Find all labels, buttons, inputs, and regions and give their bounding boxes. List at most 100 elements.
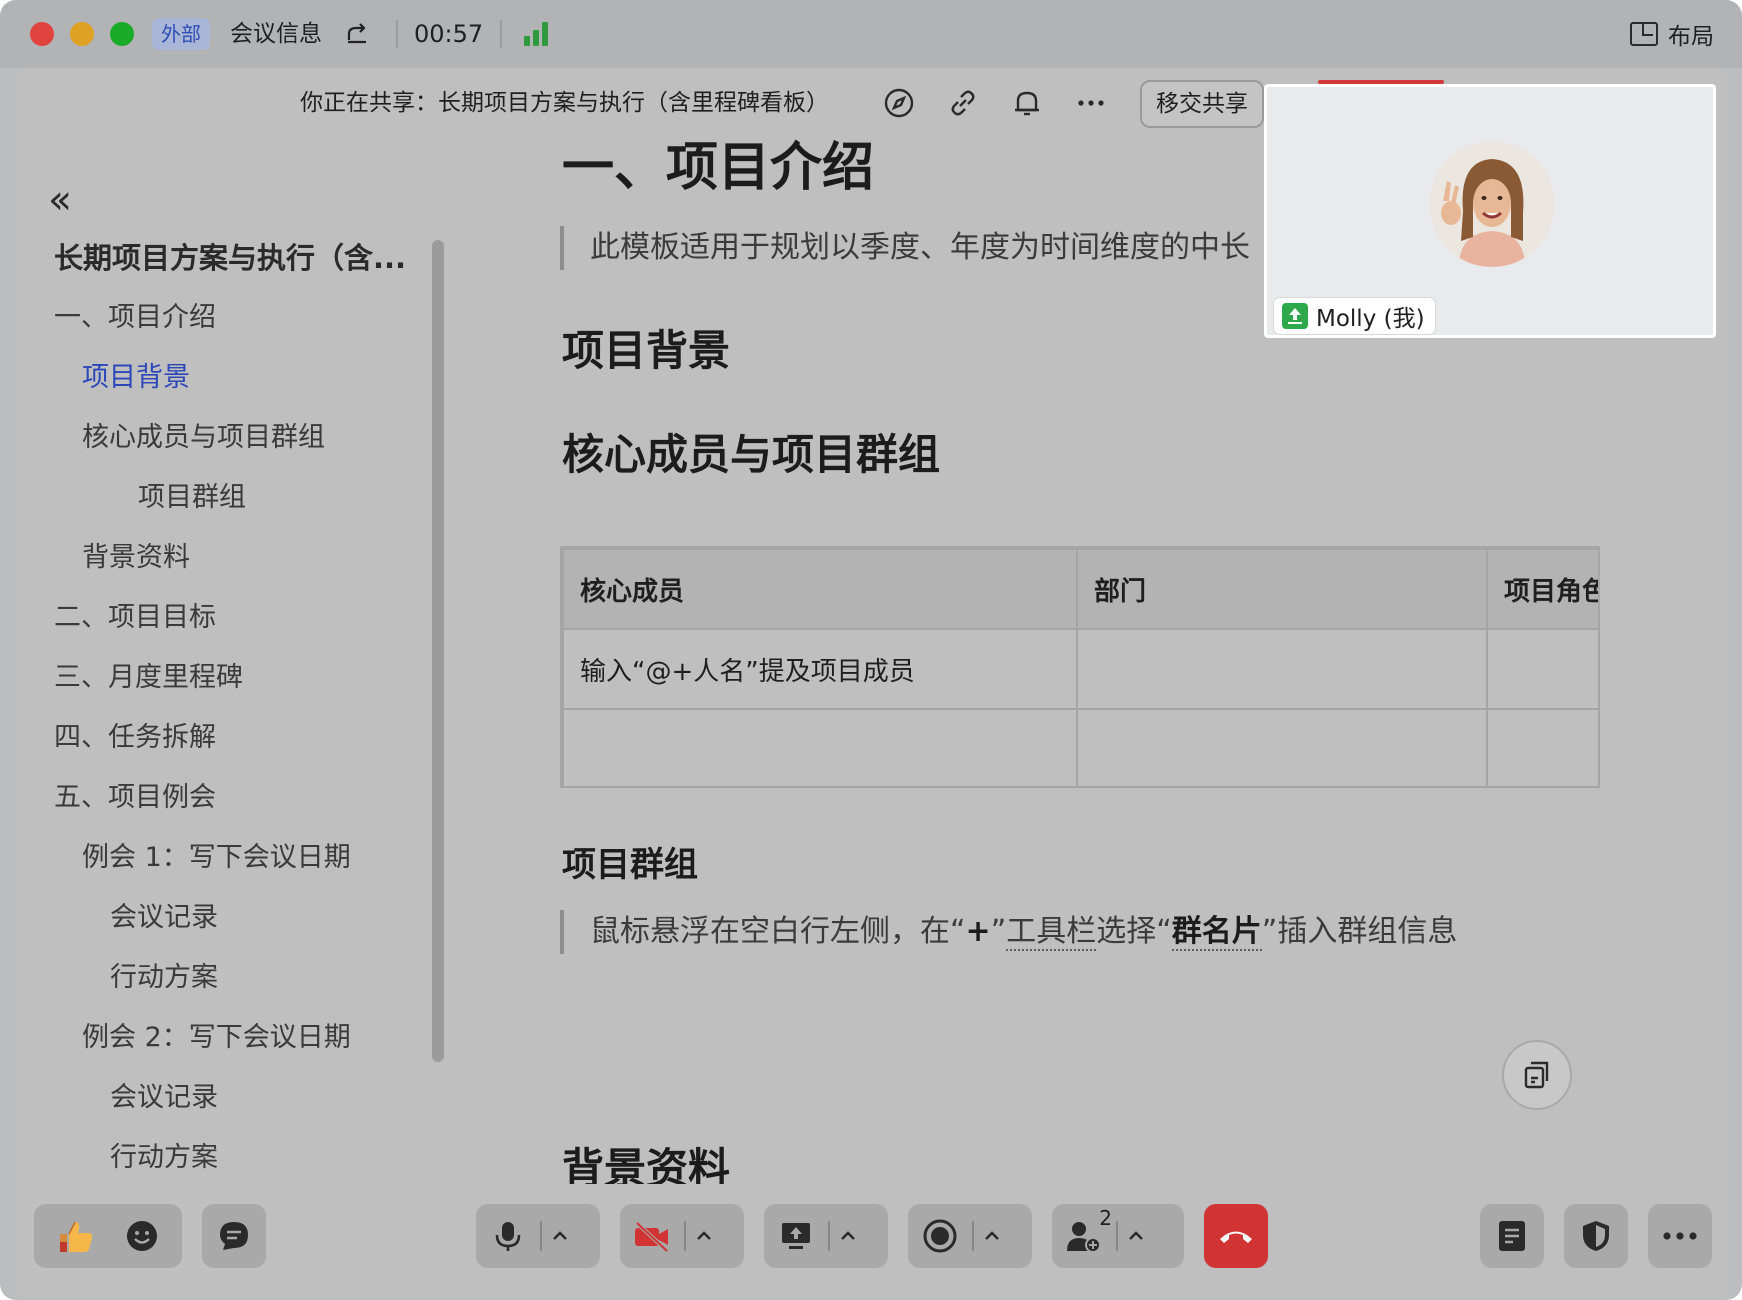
comment-float-button[interactable] xyxy=(1502,1040,1572,1110)
camera-options-chevron-icon[interactable] xyxy=(686,1204,722,1268)
toc-item[interactable]: 项目群组 xyxy=(138,480,246,516)
minimize-window-button[interactable] xyxy=(70,22,94,46)
quote-text: 选择“ xyxy=(1096,914,1172,949)
participants-group: 2 xyxy=(1052,1204,1184,1268)
record-options-chevron-icon[interactable] xyxy=(974,1204,1010,1268)
meeting-info-button[interactable]: 会议信息 xyxy=(230,16,322,52)
shield-icon[interactable] xyxy=(1564,1204,1628,1268)
participant-video-tile[interactable]: Molly (我) xyxy=(1264,84,1716,338)
toc-item[interactable]: 背景资料 xyxy=(82,540,190,576)
heading-project-intro: 一、项目介绍 xyxy=(562,138,875,198)
toc-item-active[interactable]: 项目背景 xyxy=(82,360,190,396)
heading-background-materials: 背景资料 xyxy=(562,1144,731,1184)
group-quote: 鼠标悬浮在空白行左侧，在“+”工具栏选择“群名片”插入群组信息 xyxy=(560,910,1457,954)
table-cell[interactable] xyxy=(1486,708,1598,786)
divider xyxy=(500,20,502,48)
participant-count: 2 xyxy=(1099,1206,1112,1230)
table-cell[interactable] xyxy=(1076,708,1488,786)
participants-options-chevron-icon[interactable] xyxy=(1118,1204,1154,1268)
toc-item[interactable]: 行动方案 xyxy=(110,1140,218,1176)
screen-share-indicator-icon xyxy=(1282,303,1308,329)
toc-item[interactable]: 会议记录 xyxy=(110,900,218,936)
quote-text: ”插入群组信息 xyxy=(1261,914,1458,949)
table-cell[interactable] xyxy=(562,708,1078,786)
chat-group xyxy=(202,1204,266,1268)
toc-doc-title[interactable]: 长期项目方案与执行（含... xyxy=(54,240,406,276)
microphone-icon[interactable] xyxy=(476,1204,540,1268)
heading-core-members: 核心成员与项目群组 xyxy=(562,430,941,479)
maximize-window-button[interactable] xyxy=(110,22,134,46)
toc-item[interactable]: 一、项目介绍 xyxy=(54,300,216,336)
participant-avatar xyxy=(1429,141,1555,267)
link-icon[interactable] xyxy=(946,86,980,120)
toc-item[interactable]: 会议记录 xyxy=(110,1080,218,1116)
quote-text: ” xyxy=(990,914,1007,949)
table-row: 输入“@+人名”提及项目成员 xyxy=(562,628,1598,710)
notes-icon[interactable] xyxy=(1480,1204,1544,1268)
screen-share-icon[interactable] xyxy=(764,1204,828,1268)
toc-item[interactable]: 三、月度里程碑 xyxy=(54,660,243,696)
table-cell[interactable] xyxy=(1076,628,1488,710)
quote-toolbar-term[interactable]: 工具栏 xyxy=(1006,914,1097,951)
sharing-status-text: 你正在共享：长期项目方案与执行（含里程碑看板） xyxy=(300,90,829,116)
divider xyxy=(396,20,398,48)
toc-item[interactable]: 核心成员与项目群组 xyxy=(82,420,325,456)
security-group xyxy=(1564,1204,1628,1268)
table-row xyxy=(562,708,1598,786)
header-project-role[interactable]: 项目角色 xyxy=(1486,548,1598,630)
table-cell[interactable] xyxy=(1486,628,1598,710)
intro-quote: 此模板适用于规划以季度、年度为时间维度的中长 xyxy=(560,226,1250,270)
header-department[interactable]: 部门 xyxy=(1076,548,1488,630)
end-call-button[interactable] xyxy=(1204,1204,1268,1268)
toc-item[interactable]: 二、项目目标 xyxy=(54,600,216,636)
layout-icon xyxy=(1630,22,1658,46)
toc-item[interactable]: 四、任务拆解 xyxy=(54,720,216,756)
toc-item[interactable]: 例会 1：写下会议日期 xyxy=(82,840,351,876)
share-link-icon[interactable] xyxy=(344,20,370,54)
title-bar: 外部 会议信息 00:57 布局 xyxy=(0,0,1742,68)
more-group xyxy=(1648,1204,1712,1268)
transfer-share-button[interactable]: 移交共享 xyxy=(1140,80,1264,128)
comment-icon xyxy=(1524,1061,1549,1089)
screen-share-group xyxy=(764,1204,888,1268)
camera-off-icon[interactable] xyxy=(620,1204,684,1268)
record-icon[interactable] xyxy=(908,1204,972,1268)
quote-plus: + xyxy=(965,914,991,949)
compass-icon[interactable] xyxy=(882,86,916,120)
quote-card-term[interactable]: 群名片 xyxy=(1171,914,1262,951)
header-core-member[interactable]: 核心成员 xyxy=(562,548,1078,630)
add-participant-icon[interactable]: 2 xyxy=(1052,1204,1116,1268)
heading-project-group: 项目群组 xyxy=(562,845,698,885)
more-icon[interactable] xyxy=(1648,1204,1712,1268)
microphone-options-chevron-icon[interactable] xyxy=(542,1204,578,1268)
network-signal-icon[interactable] xyxy=(524,22,552,46)
meeting-timer: 00:57 xyxy=(414,20,484,48)
members-table: 核心成员 部门 项目角色 输入“@+人名”提及项目成员 xyxy=(560,546,1600,788)
bell-icon[interactable] xyxy=(1010,86,1044,120)
toc-item[interactable]: 例会 2：写下会议日期 xyxy=(82,1020,351,1056)
layout-label: 布局 xyxy=(1668,24,1714,50)
table-header-row: 核心成员 部门 项目角色 xyxy=(562,548,1598,630)
close-window-button[interactable] xyxy=(30,22,54,46)
record-group xyxy=(908,1204,1032,1268)
emoji-icon[interactable] xyxy=(110,1204,174,1268)
notes-group xyxy=(1480,1204,1544,1268)
layout-button[interactable]: 布局 xyxy=(1630,16,1714,52)
toc-item[interactable]: 五、项目例会 xyxy=(54,780,216,816)
heading-project-background: 项目背景 xyxy=(562,326,731,375)
external-badge: 外部 xyxy=(152,18,210,50)
collapse-sidebar-icon[interactable]: ‹‹ xyxy=(48,180,72,220)
screen-share-options-chevron-icon[interactable] xyxy=(830,1204,866,1268)
thumbs-up-icon[interactable] xyxy=(44,1204,108,1268)
participant-name: Molly (我) xyxy=(1316,306,1425,332)
reactions-group xyxy=(34,1204,182,1268)
toc-item[interactable]: 行动方案 xyxy=(110,960,218,996)
more-options-icon[interactable] xyxy=(1074,86,1108,120)
quote-text: 鼠标悬浮在空白行左侧，在“ xyxy=(590,914,966,949)
hang-up-icon xyxy=(1220,1231,1252,1243)
participant-name-tag: Molly (我) xyxy=(1273,297,1436,335)
table-cell[interactable]: 输入“@+人名”提及项目成员 xyxy=(562,628,1078,710)
camera-group xyxy=(620,1204,744,1268)
sidebar-scrollbar[interactable] xyxy=(432,240,444,1062)
chat-icon[interactable] xyxy=(202,1204,266,1268)
